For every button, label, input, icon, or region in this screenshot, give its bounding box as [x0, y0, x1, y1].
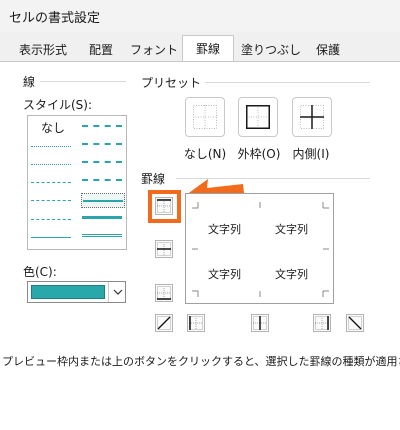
tab-bar: 表示形式 配置 フォント 罫線 塗りつぶし 保護	[0, 32, 400, 64]
border-inside-vertical-button[interactable]	[251, 314, 269, 332]
border-left-button[interactable]	[187, 314, 205, 332]
line-style-list[interactable]: なし	[27, 115, 127, 250]
tab-protection[interactable]: 保護	[307, 39, 349, 62]
color-swatch	[31, 285, 105, 299]
border-right-button[interactable]	[313, 314, 331, 332]
tab-fill[interactable]: 塗りつぶし	[239, 39, 303, 62]
line-style-dash-dot-dot[interactable]	[31, 182, 71, 183]
line-group-title: 線	[23, 73, 40, 90]
preset-outline-icon	[246, 105, 270, 129]
tab-border[interactable]: 罫線	[182, 35, 234, 64]
preset-inside-label: 内側(I)	[292, 147, 330, 161]
preview-text-top-right: 文字列	[275, 223, 308, 236]
border-diagonal-up-button[interactable]	[155, 314, 173, 332]
preset-none-button[interactable]	[185, 97, 225, 137]
border-top-button[interactable]	[155, 197, 173, 215]
tab-font[interactable]: フォント	[128, 39, 180, 62]
border-inside-horizontal-button[interactable]	[155, 240, 173, 258]
title-bar: セルの書式設定	[0, 0, 400, 32]
border-right-icon	[315, 316, 329, 330]
preview-text-top-left: 文字列	[208, 223, 241, 236]
line-style-thin[interactable]	[31, 237, 71, 238]
border-bottom-button[interactable]	[155, 284, 173, 302]
diagonal-up-icon	[157, 316, 171, 330]
preset-inside-icon	[300, 105, 324, 129]
border-diagonal-down-button[interactable]	[346, 314, 364, 332]
line-style-medium-dashed[interactable]	[82, 179, 122, 181]
footer-hint: プレビュー枠内または上のボタンをクリックすると、選択した罫線の種類が適用されます…	[2, 355, 400, 368]
border-group-title: 罫線	[141, 170, 170, 187]
preview-text-bottom-right: 文字列	[275, 268, 308, 281]
line-group-separator	[40, 81, 126, 82]
style-label: スタイル(S):	[23, 98, 93, 112]
line-style-dashed[interactable]	[31, 219, 71, 220]
line-style-medium-dash-dot-dot[interactable]	[82, 125, 122, 127]
preset-inside-button[interactable]	[292, 97, 332, 137]
preset-outline-button[interactable]	[238, 97, 278, 137]
line-style-thick[interactable]	[82, 216, 122, 219]
preset-group-separator	[200, 82, 370, 83]
line-style-selected[interactable]	[81, 193, 125, 208]
border-bottom-icon	[157, 286, 171, 300]
line-style-none[interactable]: なし	[41, 119, 65, 136]
preview-text-bottom-left: 文字列	[208, 268, 241, 281]
chevron-down-icon[interactable]	[108, 282, 126, 302]
border-preview[interactable]: 文字列 文字列 文字列 文字列	[185, 193, 334, 304]
color-select[interactable]	[27, 281, 126, 303]
line-style-slant-dash-dot[interactable]	[82, 143, 122, 145]
line-style-dotted[interactable]	[31, 164, 71, 165]
line-style-medium-dash-dot[interactable]	[82, 161, 122, 163]
color-label: 色(C):	[23, 265, 57, 279]
tab-number-format[interactable]: 表示形式	[10, 39, 76, 62]
line-style-hair[interactable]	[31, 146, 71, 147]
diagonal-down-icon	[348, 316, 362, 330]
line-style-double[interactable]	[82, 234, 122, 237]
border-top-icon	[157, 199, 171, 213]
tab-alignment[interactable]: 配置	[80, 39, 122, 62]
preview-corner-marks	[192, 202, 329, 297]
border-left-icon	[189, 316, 203, 330]
line-style-dash-dot[interactable]	[31, 200, 71, 201]
border-inside-vertical-icon	[253, 316, 267, 330]
preset-outline-label: 外枠(O)	[237, 147, 281, 161]
window-title: セルの書式設定	[9, 11, 101, 26]
preset-none-label: なし(N)	[183, 147, 227, 161]
preset-none-icon	[193, 105, 217, 129]
preset-group-title: プリセット	[141, 74, 206, 91]
border-inside-horizontal-icon	[157, 242, 171, 256]
